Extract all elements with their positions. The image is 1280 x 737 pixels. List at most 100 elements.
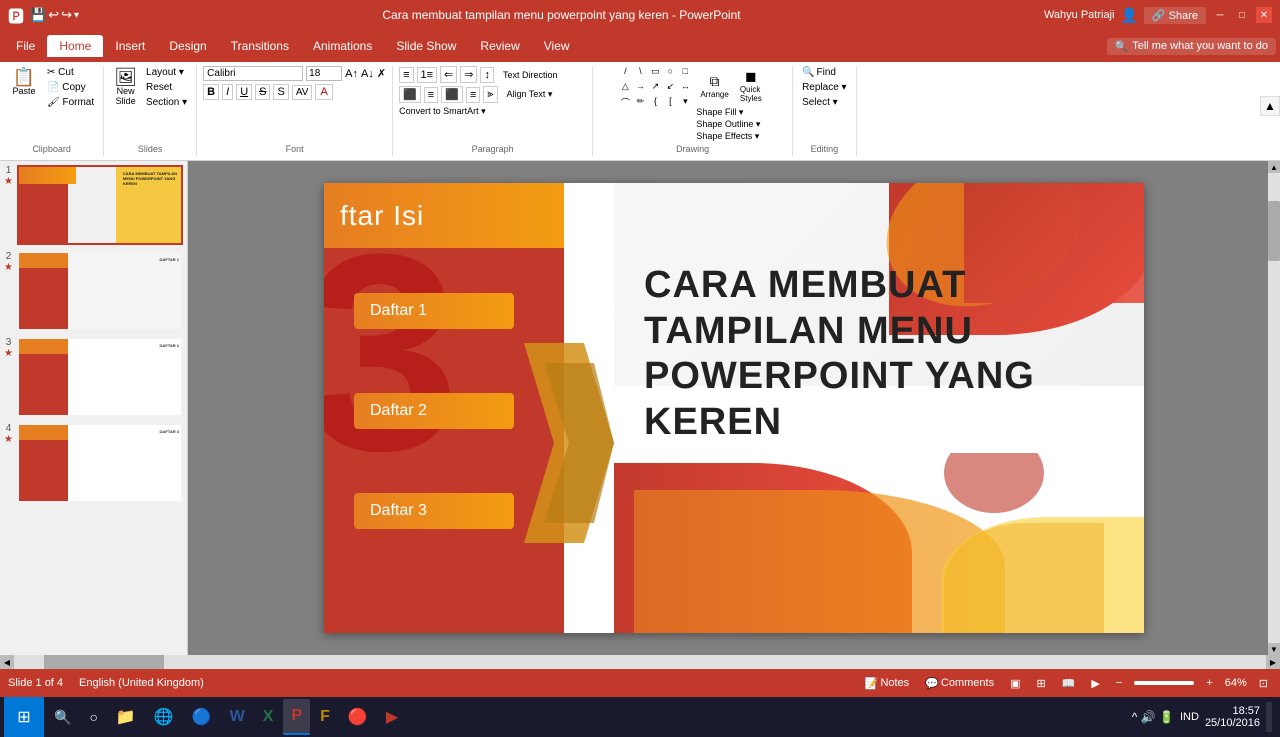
convert-smartart-button[interactable]: Convert to SmartArt ▾ [399, 106, 486, 117]
reset-button[interactable]: Reset [143, 81, 190, 94]
shape-bracket-icon[interactable]: [ [663, 96, 677, 110]
share-button[interactable]: 🔗 Share [1144, 7, 1206, 24]
bold-button[interactable]: B [203, 84, 219, 100]
shape-outline-button[interactable]: Shape Outline ▾ [696, 119, 766, 130]
minimize-button[interactable]: ─ [1212, 7, 1228, 23]
save-icon[interactable]: 💾 [30, 7, 46, 23]
font-size-input[interactable] [306, 66, 342, 81]
taskbar-search[interactable]: 🔍 [46, 699, 79, 735]
shape-arrow-icon[interactable]: → [633, 81, 647, 95]
align-left-button[interactable]: ⬛ [399, 86, 421, 103]
align-center-button[interactable]: ≡ [424, 87, 438, 103]
shape-tri-icon[interactable]: △ [618, 81, 632, 95]
shape-line-icon[interactable]: / [618, 66, 632, 80]
show-desktop-button[interactable] [1266, 702, 1272, 732]
slide-canvas[interactable]: ftar Isi 3 Daftar 1 Daftar 2 Daftar 3 [324, 183, 1144, 633]
numbering-button[interactable]: 1≡ [417, 67, 438, 83]
tab-review[interactable]: Review [468, 35, 531, 57]
zoom-slider[interactable] [1134, 681, 1194, 685]
tab-transitions[interactable]: Transitions [219, 35, 301, 57]
horizontal-scrollbar[interactable]: ◀ ▶ [0, 655, 1280, 669]
increase-indent-button[interactable]: ⇒ [460, 66, 477, 83]
select-button[interactable]: Select ▾ [799, 96, 841, 109]
taskbar-explorer[interactable]: 📁 [108, 699, 144, 735]
h-scroll-thumb[interactable] [44, 655, 164, 669]
restore-button[interactable]: □ [1234, 7, 1250, 23]
arrange-button[interactable]: ⧉ Arrange [696, 71, 732, 101]
scroll-left-button[interactable]: ◀ [0, 655, 14, 669]
cut-button[interactable]: ✂ Cut [44, 66, 97, 79]
find-button[interactable]: 🔍 Find [799, 66, 839, 79]
decrease-indent-button[interactable]: ⇐ [440, 66, 457, 83]
zoom-in-button[interactable]: + [1202, 675, 1216, 691]
slide-thumb-4[interactable]: 4 ★ DAFTAR 3 [4, 423, 183, 503]
quick-styles-button[interactable]: ◼ QuickStyles [735, 66, 767, 105]
tab-design[interactable]: Design [157, 35, 218, 57]
bullets-button[interactable]: ≡ [399, 67, 413, 83]
layout-button[interactable]: Layout ▾ [143, 66, 190, 79]
shape-rect2-icon[interactable]: □ [678, 66, 692, 80]
fit-slide-button[interactable]: ⊡ [1255, 675, 1272, 692]
daftar-btn-3[interactable]: Daftar 3 [354, 493, 514, 529]
shape-effects-button[interactable]: Shape Effects ▾ [696, 131, 766, 142]
taskbar-app3[interactable]: ▶ [378, 699, 406, 735]
reading-view-button[interactable]: 📖 [1058, 675, 1080, 692]
font-color-button[interactable]: A [315, 84, 332, 100]
columns-button[interactable]: ⫸ [483, 86, 497, 103]
slide-image-4[interactable]: DAFTAR 3 [17, 423, 183, 503]
slide-thumb-2[interactable]: 2 ★ DAFTAR 1 [4, 251, 183, 331]
decrease-font-button[interactable]: A↓ [361, 68, 374, 80]
scroll-right-button[interactable]: ▶ [1266, 655, 1280, 669]
slideshow-button[interactable]: ▶ [1087, 675, 1103, 692]
daftar-btn-2[interactable]: Daftar 2 [354, 393, 514, 429]
tab-file[interactable]: File [4, 35, 47, 57]
increase-font-button[interactable]: A↑ [345, 68, 358, 80]
tab-slideshow[interactable]: Slide Show [384, 35, 468, 57]
scroll-thumb[interactable] [1268, 201, 1280, 261]
taskbar-excel[interactable]: X [255, 699, 282, 735]
char-spacing-button[interactable]: AV [292, 85, 313, 100]
shape-arrow3-icon[interactable]: ↙ [663, 81, 677, 95]
zoom-out-button[interactable]: − [1112, 675, 1126, 691]
underline-button[interactable]: U [236, 84, 252, 100]
start-button[interactable]: ⊞ [4, 697, 44, 737]
taskbar-ie[interactable]: 🔵 [184, 699, 220, 735]
section-button[interactable]: Section ▾ [143, 96, 190, 109]
align-text-label[interactable]: Align Text ▾ [507, 89, 553, 100]
shape-line2-icon[interactable]: \ [633, 66, 647, 80]
shadow-button[interactable]: S [273, 84, 288, 100]
new-slide-button[interactable]: 🖼 NewSlide [110, 66, 141, 108]
shape-curve-icon[interactable]: ⌒ [618, 96, 632, 110]
font-family-input[interactable] [203, 66, 303, 81]
taskbar-cortana[interactable]: ○ [81, 699, 105, 735]
normal-view-button[interactable]: ▣ [1006, 675, 1024, 692]
paste-button[interactable]: 📋 Paste [6, 66, 42, 98]
tab-view[interactable]: View [532, 35, 582, 57]
italic-button[interactable]: I [222, 84, 233, 100]
align-right-button[interactable]: ⬛ [441, 86, 463, 103]
search-box[interactable]: 🔍 Tell me what you want to do [1107, 38, 1276, 55]
shape-fill-button[interactable]: Shape Fill ▾ [696, 107, 766, 118]
daftar-btn-1[interactable]: Daftar 1 [354, 293, 514, 329]
slide-image-1[interactable]: CARA MEMBUAT TAMPILANMENU POWERPOINT YAN… [17, 165, 183, 245]
clock[interactable]: 18:57 25/10/2016 [1205, 705, 1260, 729]
strikethrough-button[interactable]: S [255, 84, 270, 100]
shape-arrow2-icon[interactable]: ↗ [648, 81, 662, 95]
collapse-ribbon-button[interactable]: ▲ [1260, 96, 1280, 116]
format-painter-button[interactable]: 🖌 Format [44, 96, 97, 109]
comments-button[interactable]: 💬 Comments [921, 675, 998, 692]
notes-button[interactable]: 📝 Notes [861, 675, 913, 692]
slide-sorter-button[interactable]: ⊞ [1032, 675, 1049, 692]
clear-format-button[interactable]: ✗ [377, 67, 386, 80]
vertical-scrollbar[interactable]: ▲ ▼ [1268, 161, 1280, 655]
taskbar-word[interactable]: W [222, 699, 253, 735]
undo-icon[interactable]: ↩ [48, 7, 59, 23]
shape-double-arrow-icon[interactable]: ↔ [678, 81, 692, 95]
justify-button[interactable]: ≡ [466, 87, 480, 103]
tab-animations[interactable]: Animations [301, 35, 384, 57]
shape-freeform-icon[interactable]: ✏ [633, 96, 647, 110]
scroll-down-button[interactable]: ▼ [1268, 643, 1280, 655]
shape-circle-icon[interactable]: ○ [663, 66, 677, 80]
taskbar-filezilla[interactable]: F [312, 699, 338, 735]
slide-thumb-1[interactable]: 1 ★ CARA MEMBUAT TAMPILANMENU POWERPOINT… [4, 165, 183, 245]
